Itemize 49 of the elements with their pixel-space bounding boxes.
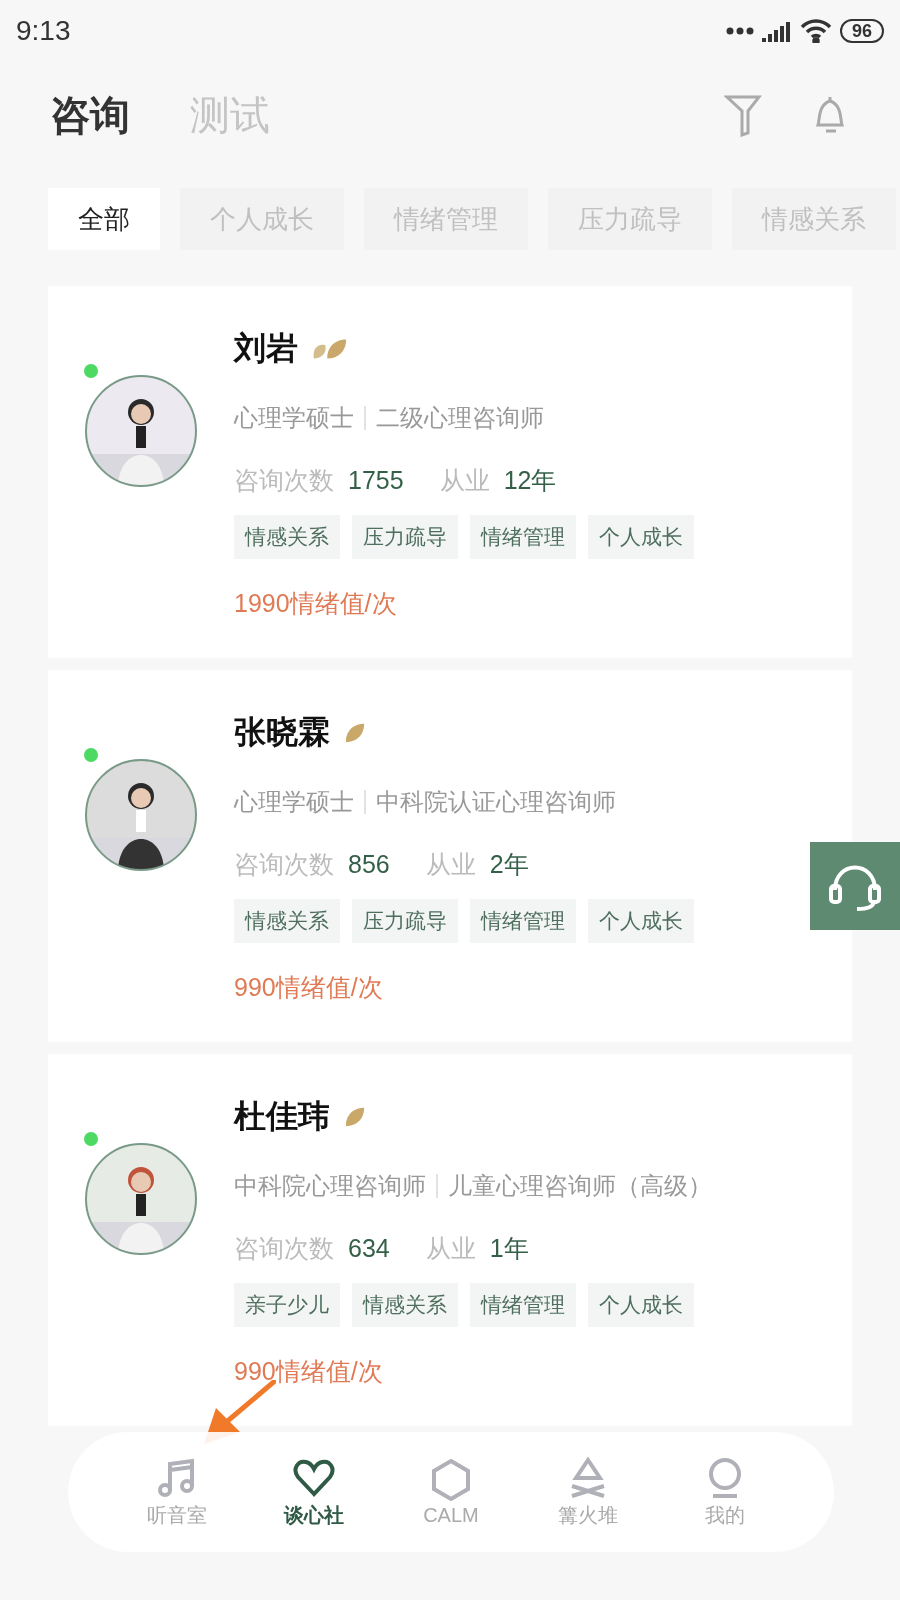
stat-text: 咨询次数 1755 (234, 465, 404, 496)
stat-text: 咨询次数 634 (234, 1233, 390, 1264)
filter-icon[interactable] (724, 93, 762, 137)
credential-text: 二级心理咨询师 (376, 403, 544, 433)
nav-tab[interactable]: 篝火堆 (538, 1455, 639, 1529)
counselor-name: 刘岩 (234, 329, 298, 368)
price-text: 990情绪值/次 (234, 1356, 384, 1387)
credential-text: 中科院认证心理咨询师 (376, 787, 616, 817)
specialty-tag: 情感关系 (234, 899, 340, 943)
signal-icon (761, 20, 792, 42)
specialty-tag: 个人成长 (588, 1283, 694, 1327)
price-text: 990情绪值/次 (234, 972, 384, 1003)
leaf-badge-icon (344, 1105, 366, 1129)
stat-text: 从业 1年 (425, 1233, 529, 1264)
stat-text: 咨询次数 856 (234, 849, 390, 880)
specialty-tag: 情绪管理 (470, 1283, 576, 1327)
battery-indicator: 96 (839, 19, 884, 43)
credential-text: 心理学硕士 (234, 787, 354, 817)
counselor-name: 杜佳玮 (234, 1097, 330, 1136)
specialty-tag: 压力疏导 (352, 899, 458, 943)
specialty-tag: 个人成长 (588, 515, 694, 559)
credential-text: 心理学硕士 (234, 403, 354, 433)
credential-text: 儿童心理咨询师（高级） (448, 1171, 712, 1201)
price-text: 1990情绪值/次 (234, 588, 398, 619)
stat-text: 从业 12年 (439, 465, 557, 496)
clock-time: 9:13 (16, 15, 71, 47)
credential-text: 中科院心理咨询师 (234, 1171, 426, 1201)
specialty-tag: 情感关系 (352, 1283, 458, 1327)
specialty-tag: 情绪管理 (470, 899, 576, 943)
dots-icon (725, 27, 754, 35)
wifi-icon (799, 19, 832, 43)
nav-tab[interactable]: 我的 (675, 1455, 776, 1529)
stat-text: 从业 2年 (425, 849, 529, 880)
specialty-tag: 情感关系 (234, 515, 340, 559)
header-tab[interactable]: 咨询 (50, 87, 130, 143)
nav-tab[interactable]: 听音室 (126, 1455, 227, 1529)
specialty-tag: 压力疏导 (352, 515, 458, 559)
customer-service-button[interactable] (810, 842, 900, 930)
counselor-name: 张晓霖 (234, 713, 330, 752)
leaf-badge-icon (344, 721, 366, 745)
category-chip[interactable]: 全部 (48, 188, 160, 250)
counselor-card[interactable]: 张晓霖 心理学硕士 中科院认证心理咨询师 咨询次数 856 从业 2年 情感关系 压力疏导 情绪管理 个人成长 990情绪值/次 (48, 670, 852, 1042)
nav-tab[interactable]: CALM (400, 1457, 501, 1527)
specialty-tag: 情绪管理 (470, 515, 576, 559)
specialty-tag: 亲子少儿 (234, 1283, 340, 1327)
specialty-tag: 个人成长 (588, 899, 694, 943)
counselor-card[interactable]: 刘岩 心理学硕士 二级心理咨询师 咨询次数 1755 从业 12年 情感关系 压力疏导 情绪管理 个人成长 1990情绪值/次 (48, 286, 852, 658)
nav-tab[interactable]: 谈心社 (263, 1455, 364, 1529)
counselor-card[interactable]: 杜佳玮 中科院心理咨询师 儿童心理咨询师（高级） 咨询次数 634 从业 1年 亲子少儿 情感关系 情绪管理 个人成长 990情绪值/次 (48, 1054, 852, 1426)
